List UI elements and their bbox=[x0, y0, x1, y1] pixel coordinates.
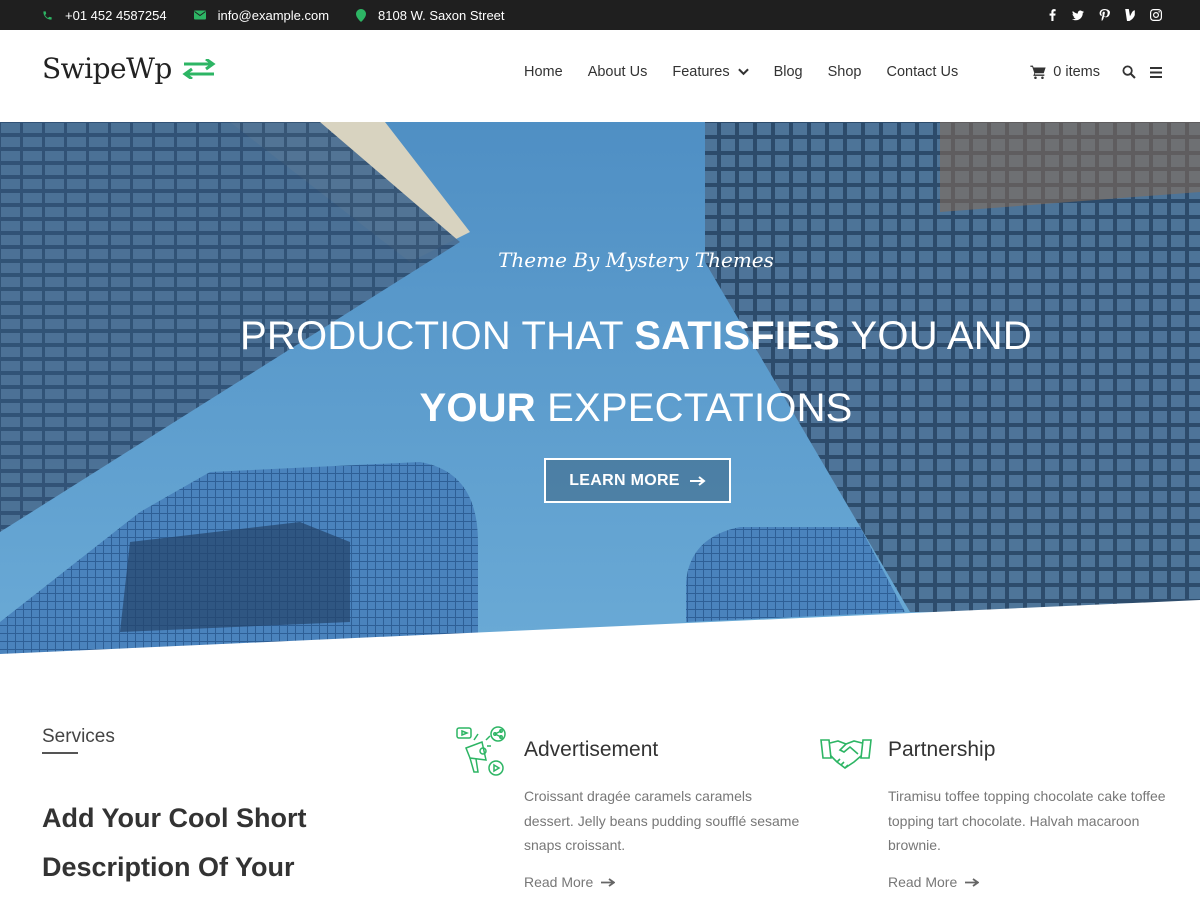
nav-blog[interactable]: Blog bbox=[774, 64, 803, 80]
hero-title: PRODUCTION THAT SATISFIES YOU AND YOUR E… bbox=[0, 300, 1200, 444]
read-more-label: Read More bbox=[888, 874, 958, 890]
service-card-text: Croissant dragée caramels caramels desse… bbox=[524, 788, 800, 853]
top-bar: +01 452 4587254 info@example.com 8108 W.… bbox=[0, 0, 1200, 30]
swap-arrows-icon bbox=[182, 58, 216, 79]
phone-info[interactable]: +01 452 4587254 bbox=[42, 8, 167, 23]
pinterest-icon[interactable] bbox=[1098, 9, 1110, 21]
services-description: Add Your Cool Short Description Of Your bbox=[42, 803, 307, 882]
facebook-icon[interactable] bbox=[1046, 9, 1058, 21]
services-section: Services Add Your Cool Short Description… bbox=[0, 654, 1200, 900]
learn-more-label: LEARN MORE bbox=[569, 471, 680, 489]
shopping-cart-icon bbox=[1030, 65, 1046, 79]
main-nav: Home About Us Features Blog Shop Contact… bbox=[524, 30, 983, 114]
hero-title-part: YOU AND bbox=[839, 314, 1032, 358]
email-info[interactable]: info@example.com bbox=[193, 7, 330, 23]
phone-icon bbox=[43, 10, 52, 20]
hero-subtitle: Theme By Mystery Themes bbox=[498, 248, 774, 272]
hero-title-emphasis: YOUR bbox=[419, 386, 536, 430]
nav-shop[interactable]: Shop bbox=[828, 64, 862, 80]
arrow-right-icon bbox=[601, 877, 616, 887]
service-card-title: Partnership bbox=[888, 738, 996, 761]
contact-info: +01 452 4587254 info@example.com 8108 W.… bbox=[42, 0, 532, 30]
learn-more-button[interactable]: LEARN MORE bbox=[544, 458, 731, 503]
address-info: 8108 W. Saxon Street bbox=[356, 7, 505, 23]
nav-features-label: Features bbox=[672, 64, 730, 80]
twitter-icon[interactable] bbox=[1072, 9, 1084, 21]
nav-home[interactable]: Home bbox=[524, 64, 563, 80]
nav-features[interactable]: Features bbox=[672, 64, 749, 80]
handshake-icon bbox=[820, 739, 872, 769]
social-links bbox=[1032, 0, 1162, 30]
header-tools: 0 items bbox=[1030, 30, 1162, 114]
address-text: 8108 W. Saxon Street bbox=[378, 7, 505, 23]
cart-button[interactable]: 0 items bbox=[1030, 64, 1100, 80]
hero-banner: Theme By Mystery Themes PRODUCTION THAT … bbox=[0, 122, 1200, 654]
read-more-link[interactable]: Read More bbox=[888, 874, 980, 890]
vine-icon[interactable] bbox=[1124, 9, 1136, 21]
megaphone-icon bbox=[456, 726, 506, 776]
arrow-right-icon bbox=[689, 475, 706, 486]
services-underline bbox=[42, 752, 78, 754]
envelope-icon bbox=[193, 10, 206, 20]
search-icon[interactable] bbox=[1122, 65, 1136, 79]
email-text: info@example.com bbox=[217, 7, 330, 23]
hero-title-emphasis: SATISFIES bbox=[634, 314, 840, 358]
logo-text: SwipeWp bbox=[42, 52, 172, 85]
hero-title-part: EXPECTATIONS bbox=[535, 386, 853, 430]
cart-label: 0 items bbox=[1053, 64, 1100, 80]
map-marker-icon bbox=[356, 8, 367, 22]
arrow-right-icon bbox=[965, 877, 980, 887]
read-more-label: Read More bbox=[524, 874, 594, 890]
site-header: SwipeWp Home About Us Features Blog Shop… bbox=[0, 30, 1200, 122]
site-logo[interactable]: SwipeWp bbox=[42, 52, 216, 85]
instagram-icon[interactable] bbox=[1150, 9, 1162, 21]
chevron-down-icon bbox=[737, 68, 749, 76]
nav-about-us[interactable]: About Us bbox=[588, 64, 648, 80]
phone-text: +01 452 4587254 bbox=[65, 7, 167, 23]
menu-icon[interactable] bbox=[1150, 66, 1162, 78]
services-heading: Services bbox=[42, 726, 115, 747]
hero-title-part: PRODUCTION THAT bbox=[240, 314, 635, 358]
nav-contact-us[interactable]: Contact Us bbox=[886, 64, 958, 80]
service-card-text: Tiramisu toffee topping chocolate cake t… bbox=[888, 788, 1166, 853]
read-more-link[interactable]: Read More bbox=[524, 874, 616, 890]
service-card-title: Advertisement bbox=[524, 738, 659, 761]
